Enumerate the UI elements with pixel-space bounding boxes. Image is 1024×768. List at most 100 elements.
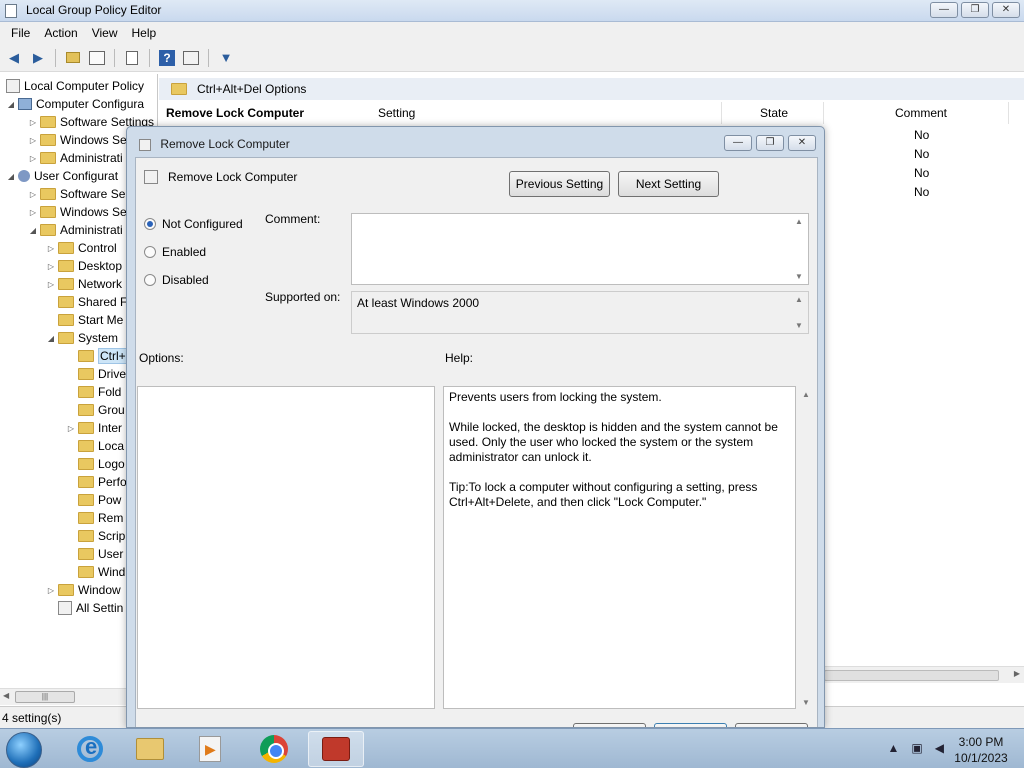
up-folder-icon[interactable] — [63, 48, 83, 68]
expanded-arrow-icon[interactable]: ◢ — [28, 226, 38, 235]
filter-icon[interactable]: ▼ — [216, 48, 236, 68]
show-hide-tree-icon[interactable] — [87, 48, 107, 68]
tree-item-start-menu[interactable]: Start Me — [56, 311, 123, 329]
column-header-comment[interactable]: Comment — [889, 102, 1009, 124]
collapsed-arrow-icon[interactable]: ▷ — [28, 208, 38, 217]
maximize-button[interactable]: ❐ — [961, 2, 989, 18]
close-button[interactable]: ✕ — [992, 2, 1020, 18]
file-explorer-taskbar-button[interactable] — [122, 731, 178, 767]
tree-item-shared-folders[interactable]: Shared F — [56, 293, 127, 311]
menu-view[interactable]: View — [85, 26, 125, 40]
tree-item-user-configuration[interactable]: ◢ User Configurat — [6, 167, 118, 185]
tree-item-driver-installation[interactable]: Drive — [76, 365, 126, 383]
options-label: Options: — [139, 351, 184, 365]
collapsed-arrow-icon[interactable]: ▷ — [28, 154, 38, 163]
tree-item-performance-control[interactable]: Perfo — [76, 473, 127, 491]
tree-item-locale-services[interactable]: Loca — [76, 437, 124, 455]
tree-item-user-administrative-templates[interactable]: ◢ Administrati — [28, 221, 123, 239]
scroll-left-arrow-icon[interactable]: ◀ — [3, 691, 9, 700]
menu-action[interactable]: Action — [37, 26, 84, 40]
expanded-arrow-icon[interactable]: ◢ — [6, 100, 16, 109]
tree-item-user-windows-settings[interactable]: ▷ Windows Se — [28, 203, 127, 221]
tree-item-logon[interactable]: Logo — [76, 455, 125, 473]
scroll-down-arrow-icon[interactable]: ▼ — [795, 321, 803, 330]
volume-muted-icon[interactable]: ◀ — [935, 741, 944, 755]
scroll-down-arrow-icon[interactable]: ▼ — [795, 272, 803, 281]
tree-item-power-management[interactable]: Pow — [76, 491, 121, 509]
tree-item-all-settings[interactable]: All Settin — [56, 599, 123, 617]
scroll-thumb[interactable] — [824, 670, 999, 681]
properties-icon[interactable] — [181, 48, 201, 68]
tree-item-desktop[interactable]: ▷ Desktop — [46, 257, 122, 275]
settings-horizontal-scrollbar[interactable]: ▶ — [824, 666, 1024, 683]
dialog-close-button[interactable]: ✕ — [788, 135, 816, 151]
collapsed-arrow-icon[interactable]: ▷ — [66, 424, 76, 433]
dialog-minimize-button[interactable]: — — [724, 135, 752, 151]
tree-item-ctrl-alt-del-options[interactable]: Ctrl+ — [76, 347, 128, 365]
scroll-up-arrow-icon[interactable]: ▲ — [802, 390, 810, 399]
forward-arrow-icon[interactable]: ▶ — [28, 48, 48, 68]
tree-item-windows-components[interactable]: ▷ Window — [46, 581, 121, 599]
tree-item-group-policy[interactable]: Grou — [76, 401, 125, 419]
column-header-state[interactable]: State — [754, 102, 824, 124]
chrome-taskbar-button[interactable] — [246, 731, 302, 767]
tree-item-scripts[interactable]: Scrip — [76, 527, 125, 545]
column-header-setting[interactable]: Setting — [372, 102, 722, 124]
minimize-button[interactable]: — — [930, 2, 958, 18]
start-button[interactable] — [6, 732, 42, 768]
radio-button[interactable] — [144, 274, 156, 286]
disabled-option[interactable]: Disabled — [144, 271, 209, 289]
scroll-up-arrow-icon[interactable]: ▲ — [795, 295, 803, 304]
tree-item-administrative-templates[interactable]: ▷ Administrati — [28, 149, 123, 167]
tree-item-network[interactable]: ▷ Network — [46, 275, 122, 293]
comment-field[interactable]: ▲ ▼ — [351, 213, 809, 285]
tree-item-removable-storage[interactable]: Rem — [76, 509, 123, 527]
radio-button[interactable] — [144, 246, 156, 258]
next-setting-button[interactable]: Next Setting — [618, 171, 719, 197]
collapsed-arrow-icon[interactable]: ▷ — [46, 586, 56, 595]
collapsed-arrow-icon[interactable]: ▷ — [28, 136, 38, 145]
menu-help[interactable]: Help — [125, 26, 164, 40]
tree-item-user-software-settings[interactable]: ▷ Software Se — [28, 185, 125, 203]
comment-scrollbar[interactable]: ▲ ▼ — [792, 214, 808, 284]
tree-item-windows-settings[interactable]: ▷ Windows Se — [28, 131, 127, 149]
scroll-thumb[interactable]: ||| — [15, 691, 75, 703]
scroll-right-arrow-icon[interactable]: ▶ — [1014, 669, 1020, 678]
tree-item-windows-hotstart[interactable]: Wind — [76, 563, 125, 581]
folder-icon — [58, 242, 74, 254]
supported-scrollbar[interactable]: ▲ ▼ — [792, 292, 808, 333]
clock[interactable]: 3:00 PM 10/1/2023 — [946, 734, 1016, 766]
scroll-down-arrow-icon[interactable]: ▼ — [802, 698, 810, 707]
expanded-arrow-icon[interactable]: ◢ — [6, 172, 16, 181]
previous-setting-button[interactable]: Previous Setting — [509, 171, 610, 197]
tree-item-local-computer-policy[interactable]: Local Computer Policy — [4, 77, 144, 95]
not-configured-option[interactable]: Not Configured — [144, 215, 243, 233]
show-hidden-icons-icon[interactable]: ▲ — [888, 741, 900, 755]
policy-editor-taskbar-button[interactable] — [308, 731, 364, 767]
back-arrow-icon[interactable]: ◀ — [4, 48, 24, 68]
export-list-icon[interactable] — [122, 48, 142, 68]
collapsed-arrow-icon[interactable]: ▷ — [46, 280, 56, 289]
tree-item-internet-communication[interactable]: ▷ Inter — [66, 419, 122, 437]
radio-button-selected[interactable] — [144, 218, 156, 230]
media-player-taskbar-button[interactable] — [182, 731, 238, 767]
collapsed-arrow-icon[interactable]: ▷ — [46, 262, 56, 271]
tree-item-system[interactable]: ◢ System — [46, 329, 118, 347]
scroll-up-arrow-icon[interactable]: ▲ — [795, 217, 803, 226]
tree-item-user-profiles[interactable]: User — [76, 545, 123, 563]
help-icon[interactable]: ? — [157, 48, 177, 68]
tree-item-folder-redirection[interactable]: Fold — [76, 383, 121, 401]
dialog-maximize-button[interactable]: ❐ — [756, 135, 784, 151]
collapsed-arrow-icon[interactable]: ▷ — [28, 190, 38, 199]
tree-item-computer-configuration[interactable]: ◢ Computer Configura — [6, 95, 144, 113]
expanded-arrow-icon[interactable]: ◢ — [46, 334, 56, 343]
network-icon[interactable]: ▣ — [911, 741, 922, 755]
collapsed-arrow-icon[interactable]: ▷ — [28, 118, 38, 127]
help-scrollbar[interactable]: ▲ ▼ — [800, 386, 814, 709]
internet-explorer-taskbar-button[interactable] — [62, 731, 118, 767]
dialog-heading-text: Remove Lock Computer — [168, 170, 298, 184]
enabled-option[interactable]: Enabled — [144, 243, 206, 261]
tree-item-control-panel[interactable]: ▷ Control — [46, 239, 117, 257]
menu-file[interactable]: File — [4, 26, 37, 40]
collapsed-arrow-icon[interactable]: ▷ — [46, 244, 56, 253]
